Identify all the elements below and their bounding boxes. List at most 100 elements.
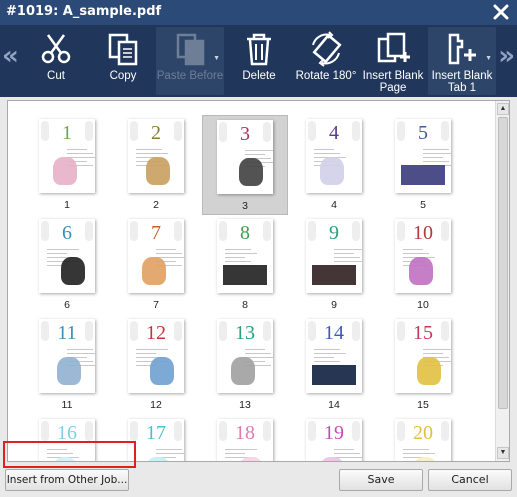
page-text-line (423, 157, 443, 158)
page-text-line (156, 461, 182, 462)
page-thumbnail-9[interactable]: 99 (291, 215, 377, 315)
page-preview: 8 (217, 219, 273, 293)
page-thumbnail-19[interactable]: 1919 (291, 415, 377, 462)
page-text-line (423, 149, 449, 150)
page-preview-number: 5 (418, 122, 428, 144)
page-thumbnail-18[interactable]: 1818 (202, 415, 288, 462)
page-thumbnail-6[interactable]: 66 (24, 215, 110, 315)
page-number-label: 10 (417, 299, 429, 311)
page-preview-number: 17 (146, 422, 166, 444)
page-number-label: 4 (331, 199, 337, 211)
page-preview: 13 (217, 319, 273, 393)
page-text-line (225, 461, 257, 462)
page-thumbnail-12[interactable]: 12 12 (113, 315, 199, 415)
page-preview: 19 (306, 419, 362, 462)
delete-button[interactable]: Delete (234, 27, 284, 95)
title-bar: #1019: A_sample.pdf (0, 0, 517, 25)
page-text-line (225, 453, 245, 454)
page-illustration (231, 357, 255, 385)
cancel-button[interactable]: Cancel (428, 469, 512, 491)
insert-blank-page-label: Insert Blank Page (362, 70, 424, 94)
button-bar: Insert from Other Job... Save Cancel (0, 465, 517, 497)
page-illustration (409, 257, 433, 285)
page-preview-number: 20 (413, 422, 433, 444)
page-preview-number: 2 (151, 122, 161, 144)
close-icon[interactable] (491, 1, 511, 23)
page-preview-number: 11 (57, 322, 77, 344)
page-illustration (146, 157, 170, 185)
page-preview: 10 (395, 219, 451, 293)
page-thumbnail-1[interactable]: 11 (24, 115, 110, 215)
page-number-label: 11 (61, 399, 73, 411)
page-text-line (314, 361, 340, 362)
page-illustration (239, 158, 263, 186)
cut-button[interactable]: Cut (30, 27, 82, 95)
page-preview-number: 19 (324, 422, 344, 444)
page-text-line (314, 349, 340, 350)
page-thumbnail-7[interactable]: 77 (113, 215, 199, 315)
save-button[interactable]: Save (339, 469, 423, 491)
rotate-180-button[interactable]: Rotate 180° (294, 27, 358, 95)
scissors-icon (41, 34, 71, 64)
insert-blank-tab-button[interactable]: ▼ Insert Blank Tab 1 (428, 27, 496, 95)
page-thumbnail-14[interactable]: 14 14 (291, 315, 377, 415)
page-text-line (314, 149, 334, 150)
page-preview-number: 4 (329, 122, 339, 144)
vertical-scrollbar[interactable]: ▲ ▼ (495, 101, 509, 461)
page-text-line (334, 253, 354, 254)
insert-blank-tab-label: Insert Blank Tab 1 (431, 70, 493, 94)
scrollbar-thumb[interactable] (498, 117, 508, 409)
page-preview-number: 14 (324, 322, 344, 344)
page-thumbnail-20[interactable]: 2020 (380, 415, 466, 461)
page-preview: 15 (395, 319, 451, 393)
page-preview: 14 (306, 319, 362, 393)
rotate-icon (312, 31, 342, 67)
page-illustration (61, 257, 85, 285)
page-illustration (401, 165, 445, 185)
page-number-label: 6 (64, 299, 70, 311)
insert-blank-page-button[interactable]: Insert Blank Page (360, 27, 426, 95)
page-text-line (47, 253, 67, 254)
page-text-line (156, 449, 182, 450)
page-preview: 9 (306, 219, 362, 293)
page-thumbnail-8[interactable]: 88 (202, 215, 288, 315)
page-text-line (67, 353, 95, 354)
page-thumbnail-13[interactable]: 13 13 (202, 315, 288, 415)
insert-from-other-job-button[interactable]: Insert from Other Job... (5, 469, 129, 491)
page-text-line (156, 249, 176, 250)
page-number-label: 15 (417, 399, 429, 411)
insert-blank-tab-icon (448, 33, 476, 65)
page-text-line (334, 461, 354, 462)
page-text-line (136, 353, 156, 354)
page-preview-number: 9 (329, 222, 339, 244)
page-thumbnail-15[interactable]: 15 15 (380, 315, 466, 415)
paste-icon (176, 33, 205, 66)
insert-tab-dropdown-icon[interactable]: ▼ (485, 55, 492, 62)
page-preview-number: 1 (62, 122, 72, 144)
paste-dropdown-icon[interactable]: ▼ (213, 55, 220, 62)
page-text-line (67, 153, 93, 154)
page-thumbnail-10[interactable]: 10 10 (380, 215, 466, 315)
page-text-line (314, 357, 334, 358)
page-thumbnail-11[interactable]: 11 11 (24, 315, 110, 415)
toolbar-scroll-left-button[interactable]: « (2, 43, 19, 69)
page-preview: 6 (39, 219, 95, 293)
page-thumbnail-2[interactable]: 22 (113, 115, 199, 215)
page-text-line (156, 453, 184, 454)
page-thumbnail-5[interactable]: 55 (380, 115, 466, 215)
copy-button[interactable]: Copy (96, 27, 150, 95)
page-number-label: 14 (328, 399, 340, 411)
paste-before-button[interactable]: ▼ Paste Before (156, 27, 224, 95)
page-number-label: 8 (242, 299, 248, 311)
page-preview: 5 (395, 119, 451, 193)
page-thumbnail-4[interactable]: 44 (291, 115, 377, 215)
toolbar: « Cut Copy ▼ Paste Before Delete Rotate … (0, 25, 517, 97)
page-preview: 11 (39, 319, 95, 393)
page-text-line (225, 253, 257, 254)
copy-icon (108, 33, 138, 66)
toolbar-scroll-right-button[interactable]: » (498, 43, 515, 69)
scroll-up-button[interactable]: ▲ (497, 103, 509, 115)
page-thumbnail-3[interactable]: 33 (202, 115, 288, 215)
scroll-down-button[interactable]: ▼ (497, 447, 509, 459)
page-number-label: 2 (153, 199, 159, 211)
